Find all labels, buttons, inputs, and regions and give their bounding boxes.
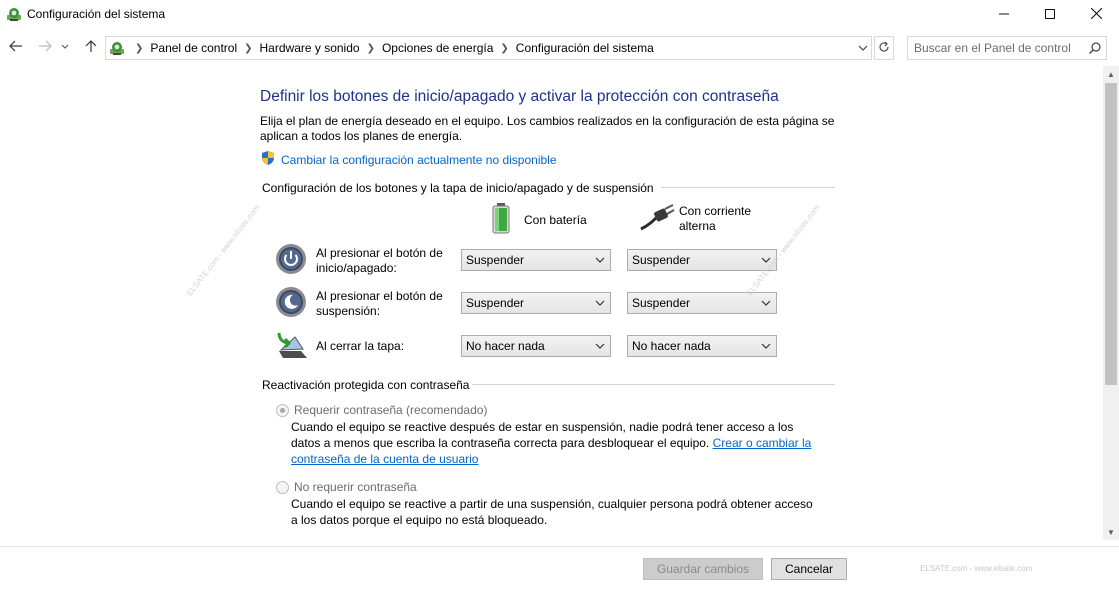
minimize-button[interactable] (981, 0, 1027, 30)
scroll-thumb[interactable] (1105, 83, 1117, 385)
breadcrumb-separator-icon: ❯ (366, 42, 375, 54)
title-bar: Configuración del sistema (0, 0, 1119, 30)
search-input[interactable] (914, 41, 1084, 55)
back-button[interactable] (5, 36, 27, 58)
battery-column-header: Con batería (490, 202, 587, 237)
close-icon (1090, 7, 1102, 22)
section-divider (661, 187, 835, 188)
battery-icon (490, 202, 512, 237)
chevron-down-icon (595, 340, 605, 352)
laptop-lid-icon (275, 329, 307, 361)
power-button-ac-select[interactable]: Suspender (627, 249, 777, 271)
lid-battery-select[interactable]: No hacer nada (461, 335, 611, 357)
minimize-icon (999, 8, 1009, 22)
power-button-label: Al presionar el botón de inicio/apagado: (316, 246, 443, 275)
sleep-button-label: Al presionar el botón de suspensión: (316, 289, 443, 318)
close-button[interactable] (1073, 0, 1119, 30)
power-plug-icon (639, 203, 675, 234)
require-password-radio[interactable] (276, 403, 289, 417)
power-button-battery-select[interactable]: Suspender (461, 249, 611, 271)
refresh-icon (878, 41, 890, 56)
maximize-icon (1045, 8, 1055, 22)
refresh-button[interactable] (874, 36, 894, 60)
watermark-text: ELSATE.com - www.elsate.com (920, 564, 1033, 573)
ac-column-header: Con corriente alterna (639, 203, 769, 234)
breadcrumb-item-control-panel[interactable]: Panel de control (150, 41, 237, 55)
vertical-scrollbar[interactable]: ▲ ▼ (1103, 66, 1119, 540)
chevron-down-icon (761, 297, 771, 309)
control-panel-icon (6, 6, 22, 22)
require-password-option[interactable]: Requerir contraseña (recomendado) (276, 403, 487, 417)
no-password-radio[interactable] (276, 480, 289, 494)
address-bar[interactable]: ❯ Panel de control ❯ Hardware y sonido ❯… (105, 36, 872, 60)
ac-column-label: Con corriente alterna (679, 203, 752, 233)
action-bar: Guardar cambios Cancelar ELSATE.com - ww… (0, 546, 1119, 589)
control-panel-icon (109, 40, 125, 59)
change-unavailable-settings-link[interactable]: Cambiar la configuración actualmente no … (260, 150, 557, 169)
change-link-label[interactable]: Cambiar la configuración actualmente no … (281, 153, 557, 167)
chevron-down-icon (595, 254, 605, 266)
arrow-up-icon (84, 39, 98, 56)
lid-ac-select[interactable]: No hacer nada (627, 335, 777, 357)
no-password-label: No requerir contraseña (294, 480, 417, 494)
window-title: Configuración del sistema (27, 7, 166, 21)
arrow-left-icon (9, 39, 23, 56)
require-password-description: Cuando el equipo se reactive después de … (291, 420, 812, 466)
chevron-down-icon (61, 40, 69, 54)
maximize-button[interactable] (1027, 0, 1073, 30)
breadcrumb-item-hardware-sound[interactable]: Hardware y sonido (260, 41, 360, 55)
no-password-option[interactable]: No requerir contraseña (276, 480, 417, 494)
arrow-right-icon (38, 39, 52, 56)
uac-shield-icon (260, 150, 276, 169)
breadcrumb-item-power-options[interactable]: Opciones de energía (382, 41, 493, 55)
sleep-button-icon (275, 286, 307, 318)
save-changes-button[interactable]: Guardar cambios (643, 558, 763, 580)
section-divider (472, 384, 835, 385)
page-description: Elija el plan de energía deseado en el e… (260, 114, 835, 143)
chevron-down-icon (761, 340, 771, 352)
sleep-button-battery-select[interactable]: Suspender (461, 292, 611, 314)
search-box[interactable] (907, 36, 1107, 60)
up-button[interactable] (80, 36, 102, 58)
require-password-label: Requerir contraseña (recomendado) (294, 403, 488, 417)
battery-column-label: Con batería (524, 212, 587, 227)
cancel-button[interactable]: Cancelar (771, 558, 847, 580)
watermark-text: ELSATE.com - www.elsate.com (185, 203, 262, 298)
breadcrumb-separator-icon: ❯ (135, 42, 144, 54)
breadcrumb-separator-icon: ❯ (500, 42, 509, 54)
breadcrumb-separator-icon: ❯ (244, 42, 253, 54)
breadcrumb: ❯ Panel de control ❯ Hardware y sonido ❯… (128, 41, 654, 55)
recent-locations-button[interactable] (58, 36, 72, 58)
navigation-bar: ❯ Panel de control ❯ Hardware y sonido ❯… (0, 32, 1119, 62)
lid-close-label: Al cerrar la tapa: (316, 339, 405, 353)
no-password-description: Cuando el equipo se reactive a partir de… (291, 497, 813, 527)
search-icon[interactable] (1088, 41, 1102, 55)
power-button-icon (275, 243, 307, 275)
scroll-up-icon[interactable]: ▲ (1103, 66, 1119, 82)
page-title: Definir los botones de inicio/apagado y … (260, 88, 779, 105)
address-dropdown-icon[interactable] (856, 41, 870, 55)
breadcrumb-item-system-settings[interactable]: Configuración del sistema (516, 41, 654, 55)
buttons-section-title: Configuración de los botones y la tapa d… (262, 181, 654, 195)
scroll-down-icon[interactable]: ▼ (1103, 524, 1119, 540)
password-section-title: Reactivación protegida con contraseña (262, 378, 470, 392)
sleep-button-ac-select[interactable]: Suspender (627, 292, 777, 314)
forward-button[interactable] (34, 36, 56, 58)
chevron-down-icon (595, 297, 605, 309)
